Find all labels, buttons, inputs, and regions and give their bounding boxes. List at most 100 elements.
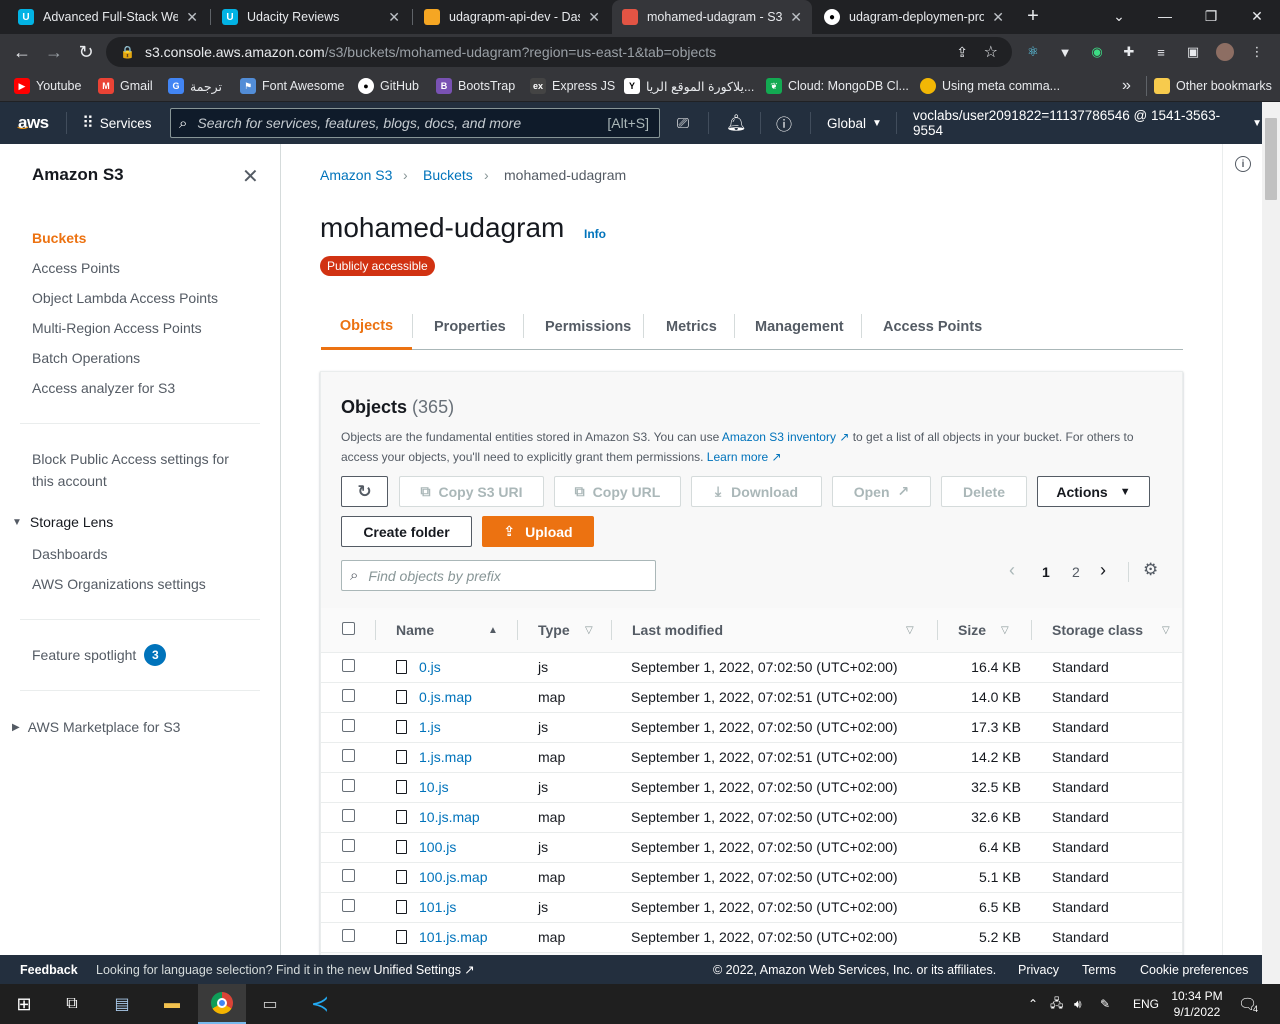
new-tab-button[interactable]: + (1018, 0, 1048, 32)
object-name-link[interactable]: 100.js (419, 839, 456, 855)
table-row[interactable]: 101.js js September 1, 2022, 07:02:50 (UTC… (321, 892, 1182, 923)
sidebar-item-object-lambda[interactable]: Object Lambda Access Points (32, 290, 218, 306)
feedback-button[interactable]: Feedback (20, 955, 78, 984)
sidebar-item-buckets[interactable]: Buckets (32, 230, 86, 246)
bookmark-font-awesome[interactable]: ⚑ Font Awesome (240, 76, 344, 96)
row-checkbox[interactable] (342, 839, 355, 852)
browser-tab-active[interactable]: mohamed-udagram - S3 ✕ (612, 0, 812, 34)
object-name-link[interactable]: 1.js.map (419, 749, 472, 765)
notifications-bell-icon[interactable]: 🔔︎ (726, 102, 746, 144)
services-menu-button[interactable]: ⠿ Services (82, 102, 151, 144)
page-2[interactable]: 2 (1072, 564, 1080, 580)
next-page-icon[interactable]: › (1100, 560, 1106, 581)
address-bar[interactable]: 🔒 s3.console.aws.amazon.com/s3/buckets/m… (106, 37, 1012, 67)
forward-icon[interactable]: → (40, 38, 68, 66)
table-row[interactable]: 101.js.map map September 1, 2022, 07:02:50… (321, 922, 1182, 953)
cookie-preferences-link[interactable]: Cookie preferences (1140, 955, 1248, 984)
table-row[interactable]: 10.js js September 1, 2022, 07:02:50 (UTC+… (321, 772, 1182, 803)
other-bookmarks[interactable]: Other bookmarks (1154, 76, 1272, 96)
upload-button[interactable]: ⇪ Upload (482, 516, 594, 547)
bookmark-github[interactable]: ● GitHub (358, 76, 419, 96)
delete-button[interactable]: Delete (941, 476, 1027, 507)
breadcrumb-amazon-s3[interactable]: Amazon S3 (320, 167, 392, 183)
extension-icon[interactable]: ◉ (1088, 43, 1106, 61)
windows-start-icon[interactable]: ⊞ (0, 984, 48, 1024)
terms-link[interactable]: Terms (1082, 955, 1116, 984)
gear-icon[interactable]: ⚙ (1143, 560, 1158, 580)
notifications-icon[interactable]: 🗨︎ 4 (1238, 984, 1258, 1024)
bookmark-mongodb[interactable]: ❦ Cloud: MongoDB Cl... (766, 76, 909, 96)
share-icon[interactable]: ⇪ (956, 44, 968, 61)
network-icon[interactable]: 🖧︎ (1050, 984, 1063, 1024)
sidebar-item-org-settings[interactable]: AWS Organizations settings (32, 576, 206, 592)
clock[interactable]: 10:34 PM 9/1/2022 (1168, 984, 1226, 1024)
restore-icon[interactable]: ❐ (1188, 0, 1234, 32)
region-selector[interactable]: Global ▼ (827, 102, 882, 144)
table-row[interactable]: 0.js js September 1, 2022, 07:02:50 (UTC+0… (321, 652, 1182, 683)
inventory-link[interactable]: Amazon S3 inventory (722, 430, 836, 444)
copy-s3-uri-button[interactable]: ⧉ Copy S3 URI (399, 476, 544, 507)
file-explorer-icon[interactable]: ▬ (148, 984, 196, 1024)
sidebar-item-block-public-access[interactable]: Block Public Access settings for this ac… (32, 448, 242, 492)
object-name-link[interactable]: 100.js.map (419, 869, 487, 885)
bookmark-gmail[interactable]: M Gmail (98, 76, 153, 96)
browser-tab[interactable]: U Udacity Reviews ✕ (212, 0, 410, 34)
object-name-link[interactable]: 1.js (419, 719, 441, 735)
side-panel-icon[interactable]: ▣ (1184, 43, 1202, 61)
page-scrollbar[interactable] (1262, 102, 1280, 984)
row-checkbox[interactable] (342, 719, 355, 732)
find-objects-input[interactable]: ⌕ Find objects by prefix (341, 560, 656, 591)
create-folder-button[interactable]: Create folder (341, 516, 472, 547)
row-checkbox[interactable] (342, 929, 355, 942)
column-storage-class[interactable]: Storage class ▽ (1032, 608, 1182, 653)
browser-tab[interactable]: udagrapm-api-dev - Dash ✕ (414, 0, 610, 34)
cloudshell-icon[interactable]: ⎚ (677, 102, 689, 144)
tray-overflow-icon[interactable]: ⌃ (1028, 984, 1038, 1024)
column-name[interactable]: Name ▲ (376, 608, 518, 653)
minimize-icon[interactable]: — (1142, 0, 1188, 32)
row-checkbox[interactable] (342, 779, 355, 792)
learn-more-link[interactable]: Learn more (707, 450, 768, 464)
column-size[interactable]: Size ▽ (938, 608, 1032, 653)
sidebar-section-storage-lens[interactable]: ▼ Storage Lens (12, 514, 113, 530)
tab-properties[interactable]: Properties (434, 304, 506, 350)
close-tab-icon[interactable]: ✕ (992, 9, 1004, 26)
info-panel-icon[interactable]: i (1235, 156, 1251, 172)
volume-icon[interactable]: 🔊︎ (1074, 984, 1082, 1024)
table-row[interactable]: 1.js.map map September 1, 2022, 07:02:51 (… (321, 742, 1182, 773)
tab-management[interactable]: Management (755, 304, 844, 350)
select-all-checkbox[interactable] (342, 621, 355, 635)
download-button[interactable]: ⤓ Download (691, 476, 822, 507)
prev-page-icon[interactable]: ‹ (1009, 560, 1015, 581)
object-name-link[interactable]: 101.js (419, 899, 456, 915)
sidebar-section-marketplace[interactable]: ▶ AWS Marketplace for S3 (12, 719, 180, 735)
bookmark-meta-commands[interactable]: Using meta comma... (920, 76, 1060, 96)
row-checkbox[interactable] (342, 869, 355, 882)
row-checkbox[interactable] (342, 899, 355, 912)
media-control-icon[interactable]: ≡ (1152, 43, 1170, 61)
terminal-icon[interactable]: ▭ (246, 984, 294, 1024)
table-row[interactable]: 100.js.map map September 1, 2022, 07:02:50… (321, 862, 1182, 893)
table-row[interactable]: 1.js js September 1, 2022, 07:02:50 (UTC+0… (321, 712, 1182, 743)
info-link[interactable]: Info (584, 227, 606, 241)
close-tab-icon[interactable]: ✕ (388, 9, 400, 26)
profile-avatar[interactable] (1216, 43, 1234, 61)
actions-dropdown[interactable]: Actions ▼ (1037, 476, 1150, 507)
task-view-icon[interactable]: ⧉ (48, 984, 96, 1024)
react-devtools-icon[interactable]: ⚛ (1024, 43, 1042, 61)
tab-metrics[interactable]: Metrics (666, 304, 717, 350)
row-checkbox[interactable] (342, 809, 355, 822)
object-name-link[interactable]: 101.js.map (419, 929, 487, 945)
row-checkbox[interactable] (342, 659, 355, 672)
privacy-link[interactable]: Privacy (1018, 955, 1059, 984)
reload-icon[interactable]: ↻ (72, 38, 100, 66)
vscode-icon[interactable]: ≺ (296, 984, 344, 1024)
input-language[interactable]: ENG (1133, 984, 1159, 1024)
row-checkbox[interactable] (342, 749, 355, 762)
close-sidebar-icon[interactable]: ✕ (242, 164, 259, 189)
close-tab-icon[interactable]: ✕ (588, 9, 600, 26)
tab-permissions[interactable]: Permissions (545, 304, 631, 350)
table-row[interactable]: 0.js.map map September 1, 2022, 07:02:51 (… (321, 682, 1182, 713)
sidebar-item-dashboards[interactable]: Dashboards (32, 546, 108, 562)
table-row[interactable]: 10.js.map map September 1, 2022, 07:02:50 … (321, 802, 1182, 833)
